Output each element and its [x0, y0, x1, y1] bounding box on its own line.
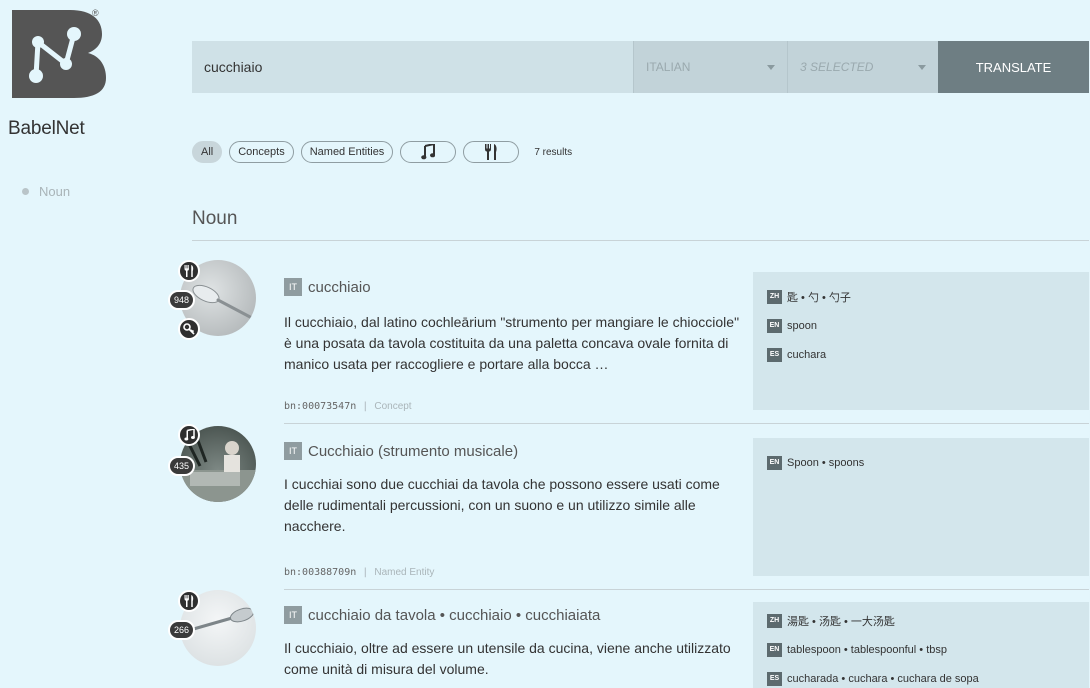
separator: | — [362, 401, 369, 412]
translations-panel: ZH 湯匙 • 汤匙 • 一大汤匙 EN tablespoon • tables… — [753, 602, 1089, 688]
language-tag: IT — [284, 606, 302, 624]
translation-text: 匙 • 勺 • 勺子 — [787, 291, 851, 304]
translation-text: Spoon • spoons — [787, 456, 865, 469]
result-gloss: I cucchiai sono due cucchiai da tavola c… — [284, 476, 720, 534]
translation-text: tablespoon • tablespoonful • tbsp — [787, 643, 947, 656]
result-title-row: IT Cucchiaio (strumento musicale) — [284, 442, 518, 460]
translation-line: ES cucharada • cuchara • cuchara de sopa — [767, 664, 1075, 688]
translation-text: cucharada • cuchara • cuchara de sopa — [787, 672, 979, 685]
synset-kind: Named Entity — [374, 567, 435, 578]
translation-line: EN tablespoon • tablespoonful • tbsp — [767, 635, 1075, 664]
translations-panel: ZH 匙 • 勺 • 勺子 EN spoon ES cuchara — [753, 272, 1089, 410]
result-title[interactable]: Cucchiaio (strumento musicale) — [308, 443, 518, 460]
result-title[interactable]: cucchiaio da tavola • cucchiaio • cucchi… — [308, 607, 600, 624]
target-languages-value: 3 SELECTED — [800, 60, 874, 74]
translation-line: ZH 匙 • 勺 • 勺子 — [767, 282, 1075, 311]
sidebar-item-label: Noun — [39, 184, 71, 199]
translation-text: cuchara — [787, 348, 827, 361]
search-bar: ITALIAN 3 SELECTED TRANSLATE — [192, 41, 1089, 93]
synset-id[interactable]: bn:00073547n — [284, 401, 356, 412]
synset-id[interactable]: bn:00388709n — [284, 567, 356, 578]
domain-badge-key[interactable] — [178, 318, 200, 340]
search-input[interactable] — [192, 41, 633, 93]
source-language-value: ITALIAN — [646, 60, 691, 74]
translation-line: ES cuchara — [767, 340, 1075, 369]
registered-mark: ® — [92, 8, 99, 18]
section-title: Noun — [192, 208, 238, 229]
separator: | — [362, 567, 369, 578]
babelnet-logo[interactable] — [8, 8, 108, 100]
sidebar: ® BabelNet Noun — [0, 0, 120, 688]
translation-line: ZH 湯匙 • 汤匙 • 一大汤匙 — [767, 606, 1075, 635]
language-tag: EN — [767, 318, 782, 333]
fork-knife-icon — [184, 595, 194, 607]
language-tag: ES — [767, 347, 782, 362]
filter-named-entities[interactable]: Named Entities — [300, 141, 394, 163]
filter-music[interactable] — [400, 141, 457, 163]
babelnet-id: bn:00388709n | Named Entity — [284, 567, 434, 578]
filter-food[interactable] — [463, 141, 520, 163]
result-gloss: Il cucchiaio, oltre ad essere un utensil… — [284, 640, 731, 677]
key-icon — [183, 323, 195, 335]
music-note-icon — [421, 144, 436, 160]
edge-count-badge: 948 — [168, 290, 196, 310]
chevron-down-icon — [767, 65, 775, 70]
translation-line: EN spoon — [767, 311, 1075, 340]
filter-bar: All Concepts Named Entities 7 results — [192, 140, 572, 164]
translations-panel: EN Spoon • spoons — [753, 438, 1089, 576]
result-title-row: IT cucchiaio — [284, 278, 371, 296]
language-tag: IT — [284, 278, 302, 296]
music-note-icon — [183, 429, 195, 441]
translation-text: spoon — [787, 319, 817, 332]
language-tag: EN — [767, 642, 782, 657]
translate-button[interactable]: TRANSLATE — [938, 41, 1089, 93]
filter-concepts[interactable]: Concepts — [229, 141, 294, 163]
language-tag: EN — [767, 455, 782, 470]
result-item[interactable]: 435 IT Cucchiaio (strumento musicale) I … — [168, 424, 1089, 590]
synset-kind: Concept — [374, 401, 412, 412]
language-tag: ZH — [767, 613, 782, 628]
edge-count-badge: 266 — [168, 620, 196, 640]
chevron-down-icon — [918, 65, 926, 70]
translation-line: EN Spoon • spoons — [767, 448, 1075, 477]
translation-text: 湯匙 • 汤匙 • 一大汤匙 — [787, 615, 895, 628]
section-divider — [192, 240, 1089, 241]
result-item[interactable]: 948 IT cucchiaio Il cucchiaio, dal latin… — [168, 258, 1089, 424]
result-title-row: IT cucchiaio da tavola • cucchiaio • cuc… — [284, 606, 600, 624]
domain-badge-food[interactable] — [178, 590, 200, 612]
fork-knife-icon — [485, 144, 497, 160]
language-tag: ZH — [767, 289, 782, 304]
fork-knife-icon — [184, 265, 194, 277]
language-tag: ES — [767, 671, 782, 686]
target-languages-select[interactable]: 3 SELECTED — [787, 41, 938, 93]
result-gloss: Il cucchiaio, dal latino cochleārium "st… — [284, 314, 740, 372]
results-count: 7 results — [534, 146, 573, 158]
domain-badge-music[interactable] — [178, 424, 200, 446]
babelnet-id: bn:00073547n | Concept — [284, 401, 412, 412]
filter-all[interactable]: All — [192, 141, 223, 163]
language-tag: IT — [284, 442, 302, 460]
edge-count-badge: 435 — [168, 456, 196, 476]
sidebar-item-noun[interactable]: Noun — [22, 184, 70, 199]
bullet-icon — [22, 188, 29, 195]
result-item[interactable]: 266 IT cucchiaio da tavola • cucchiaio •… — [168, 590, 1089, 688]
source-language-select[interactable]: ITALIAN — [633, 41, 787, 93]
domain-badge-food[interactable] — [178, 260, 200, 282]
result-title[interactable]: cucchiaio — [308, 279, 371, 296]
brand-name: BabelNet — [8, 118, 85, 139]
